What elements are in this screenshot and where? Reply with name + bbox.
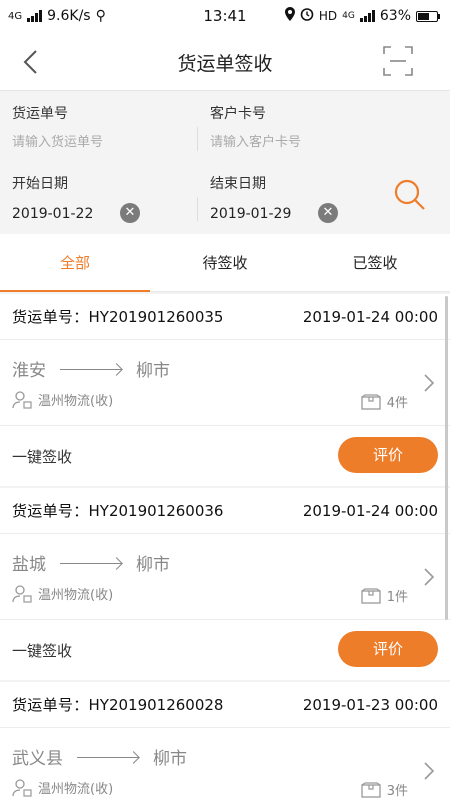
order-datetime: 2019-01-24 00:00 bbox=[302, 501, 438, 520]
order-header: 货运单号：HY201901260028 2019-01-23 00:00 bbox=[0, 682, 450, 728]
count-value: 4件 bbox=[386, 396, 408, 411]
count-value: 3件 bbox=[386, 784, 408, 799]
tab-signed[interactable]: 已签收 bbox=[300, 234, 450, 291]
search-icon[interactable] bbox=[392, 177, 428, 213]
tab-bar: 全部 待签收 已签收 bbox=[0, 234, 450, 292]
order-no: HY201901260028 bbox=[88, 696, 224, 714]
order-footer: 一键签收 评价 bbox=[0, 426, 450, 486]
person-icon bbox=[12, 778, 32, 797]
package-count: 1件 bbox=[361, 586, 408, 605]
order-detail[interactable]: 武义县 柳市 温州物流(收) 3件 bbox=[0, 728, 450, 800]
signal-icon-2 bbox=[359, 10, 375, 22]
nav-bar: 货运单签收 bbox=[0, 32, 450, 90]
order-card: 货运单号：HY201901260036 2019-01-24 00:00 盐城 … bbox=[0, 488, 450, 680]
order-no: HY201901260036 bbox=[88, 502, 224, 520]
order-no: HY201901260035 bbox=[88, 308, 224, 326]
start-date-label-wrap: 开始日期 bbox=[12, 173, 68, 193]
divider bbox=[197, 197, 198, 221]
waybill-filter[interactable]: 货运单号 请输入货运单号 bbox=[12, 103, 192, 150]
end-date-label: 结束日期 bbox=[210, 176, 266, 192]
company: 温州物流(收) bbox=[12, 390, 113, 409]
person-icon bbox=[12, 584, 32, 603]
origin: 淮安 bbox=[12, 361, 46, 381]
waybill-label: 货运单号 bbox=[12, 106, 68, 122]
route: 盐城 柳市 bbox=[12, 550, 170, 575]
waybill-input[interactable]: 请输入货运单号 bbox=[12, 131, 192, 150]
end-date-field[interactable]: 2019-01-29 bbox=[210, 206, 291, 222]
package-icon bbox=[361, 587, 381, 604]
package-count: 3件 bbox=[361, 780, 408, 799]
tab-all[interactable]: 全部 bbox=[0, 234, 150, 292]
quick-sign-button[interactable]: 一键签收 bbox=[12, 640, 72, 661]
order-list: 货运单号：HY201901260035 2019-01-24 00:00 淮安 … bbox=[0, 292, 450, 800]
alarm-icon bbox=[300, 7, 314, 25]
order-detail[interactable]: 盐城 柳市 温州物流(收) 1件 bbox=[0, 534, 450, 620]
network-type: 4G bbox=[8, 10, 23, 22]
origin: 武义县 bbox=[12, 749, 63, 769]
route-arrow-icon bbox=[77, 752, 139, 762]
card-filter[interactable]: 客户卡号 请输入客户卡号 bbox=[210, 103, 390, 150]
order-datetime: 2019-01-24 00:00 bbox=[302, 307, 438, 326]
status-bar: 4G 9.6K/s ⚲ 13:41 HD 4G 63% bbox=[0, 0, 450, 32]
battery-icon bbox=[416, 10, 440, 22]
clear-start-date-icon[interactable]: ✕ bbox=[120, 203, 140, 223]
company-name: 温州物流(收) bbox=[38, 782, 114, 797]
filter-panel: 货运单号 请输入货运单号 客户卡号 请输入客户卡号 开始日期 2019-01-2… bbox=[0, 90, 450, 234]
order-no-label: 货运单号： bbox=[12, 696, 89, 714]
order-no-label: 货运单号： bbox=[12, 502, 89, 520]
package-count: 4件 bbox=[361, 392, 408, 411]
divider bbox=[197, 127, 198, 151]
route-arrow-icon bbox=[60, 558, 122, 568]
company: 温州物流(收) bbox=[12, 778, 113, 797]
end-date-label-wrap: 结束日期 bbox=[210, 173, 266, 193]
route: 武义县 柳市 bbox=[12, 744, 187, 769]
start-date-label: 开始日期 bbox=[12, 176, 68, 192]
route: 淮安 柳市 bbox=[12, 356, 170, 381]
rate-button[interactable]: 评价 bbox=[338, 631, 438, 667]
route-arrow-icon bbox=[60, 364, 122, 374]
person-icon bbox=[12, 390, 32, 409]
tab-pending[interactable]: 待签收 bbox=[150, 234, 300, 291]
scrollbar[interactable] bbox=[445, 296, 448, 620]
order-card: 货运单号：HY201901260028 2019-01-23 00:00 武义县… bbox=[0, 682, 450, 800]
chevron-right-icon[interactable] bbox=[424, 374, 434, 392]
usb-icon: ⚲ bbox=[95, 8, 106, 24]
order-footer: 一键签收 评价 bbox=[0, 620, 450, 680]
rate-button[interactable]: 评价 bbox=[338, 437, 438, 473]
destination: 柳市 bbox=[136, 361, 170, 381]
company-name: 温州物流(收) bbox=[38, 394, 114, 409]
package-icon bbox=[361, 393, 381, 410]
chevron-right-icon[interactable] bbox=[424, 568, 434, 586]
count-value: 1件 bbox=[386, 590, 408, 605]
company: 温州物流(收) bbox=[12, 584, 113, 603]
signal-icon bbox=[27, 10, 43, 22]
chevron-right-icon[interactable] bbox=[424, 762, 434, 780]
network-type-2: 4G bbox=[342, 11, 355, 21]
clear-end-date-icon[interactable]: ✕ bbox=[318, 203, 338, 223]
destination: 柳市 bbox=[136, 555, 170, 575]
quick-sign-button[interactable]: 一键签收 bbox=[12, 446, 72, 467]
order-header: 货运单号：HY201901260035 2019-01-24 00:00 bbox=[0, 294, 450, 340]
order-no-label: 货运单号： bbox=[12, 308, 89, 326]
scan-icon[interactable] bbox=[382, 45, 414, 77]
card-input[interactable]: 请输入客户卡号 bbox=[210, 131, 390, 150]
origin: 盐城 bbox=[12, 555, 46, 575]
destination: 柳市 bbox=[153, 749, 187, 769]
battery-percent: 63% bbox=[379, 8, 411, 24]
order-detail[interactable]: 淮安 柳市 温州物流(收) 4件 bbox=[0, 340, 450, 426]
order-card: 货运单号：HY201901260035 2019-01-24 00:00 淮安 … bbox=[0, 294, 450, 486]
location-icon bbox=[284, 7, 295, 25]
hd-indicator: HD bbox=[318, 9, 338, 23]
package-icon bbox=[361, 781, 381, 798]
order-datetime: 2019-01-23 00:00 bbox=[302, 695, 438, 714]
start-date-field[interactable]: 2019-01-22 bbox=[12, 206, 93, 222]
order-header: 货运单号：HY201901260036 2019-01-24 00:00 bbox=[0, 488, 450, 534]
company-name: 温州物流(收) bbox=[38, 588, 114, 603]
card-label: 客户卡号 bbox=[210, 106, 266, 122]
network-speed: 9.6K/s bbox=[47, 8, 91, 24]
